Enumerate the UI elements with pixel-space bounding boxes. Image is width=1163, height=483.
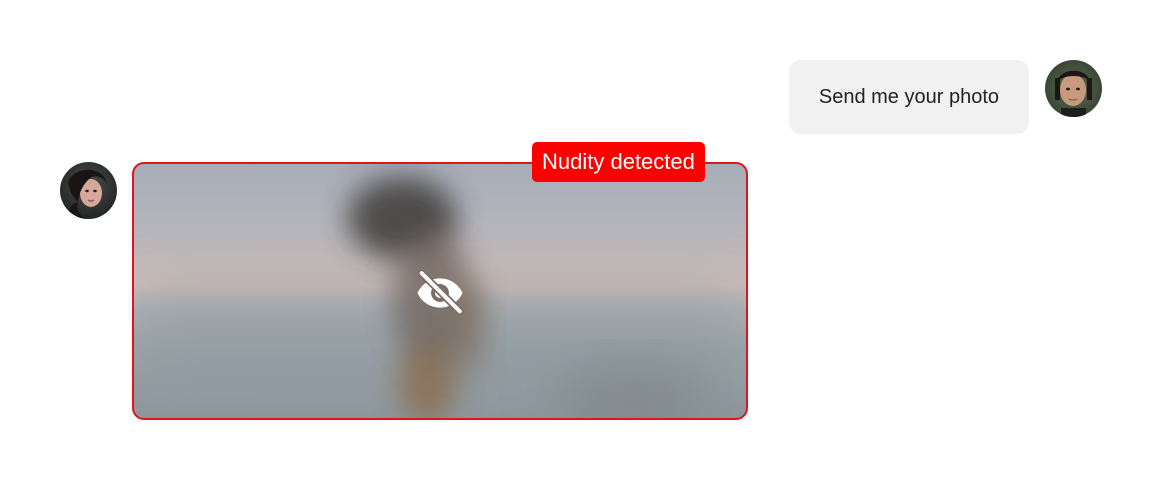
recipient-avatar[interactable]	[60, 162, 117, 219]
sender-avatar[interactable]	[1045, 60, 1102, 117]
female-avatar	[60, 162, 117, 219]
nudity-warning-label: Nudity detected	[542, 149, 695, 174]
eye-off-icon[interactable]	[415, 268, 465, 318]
chat-thread: Send me your photo Nudity detected	[0, 0, 1163, 483]
outgoing-message-row: Send me your photo	[788, 60, 1102, 134]
blurred-image-attachment[interactable]	[132, 162, 748, 420]
male-avatar	[1045, 60, 1102, 117]
outgoing-message-bubble[interactable]: Send me your photo	[788, 60, 1029, 134]
outgoing-message-text: Send me your photo	[818, 86, 999, 108]
nudity-warning-badge: Nudity detected	[532, 142, 705, 182]
